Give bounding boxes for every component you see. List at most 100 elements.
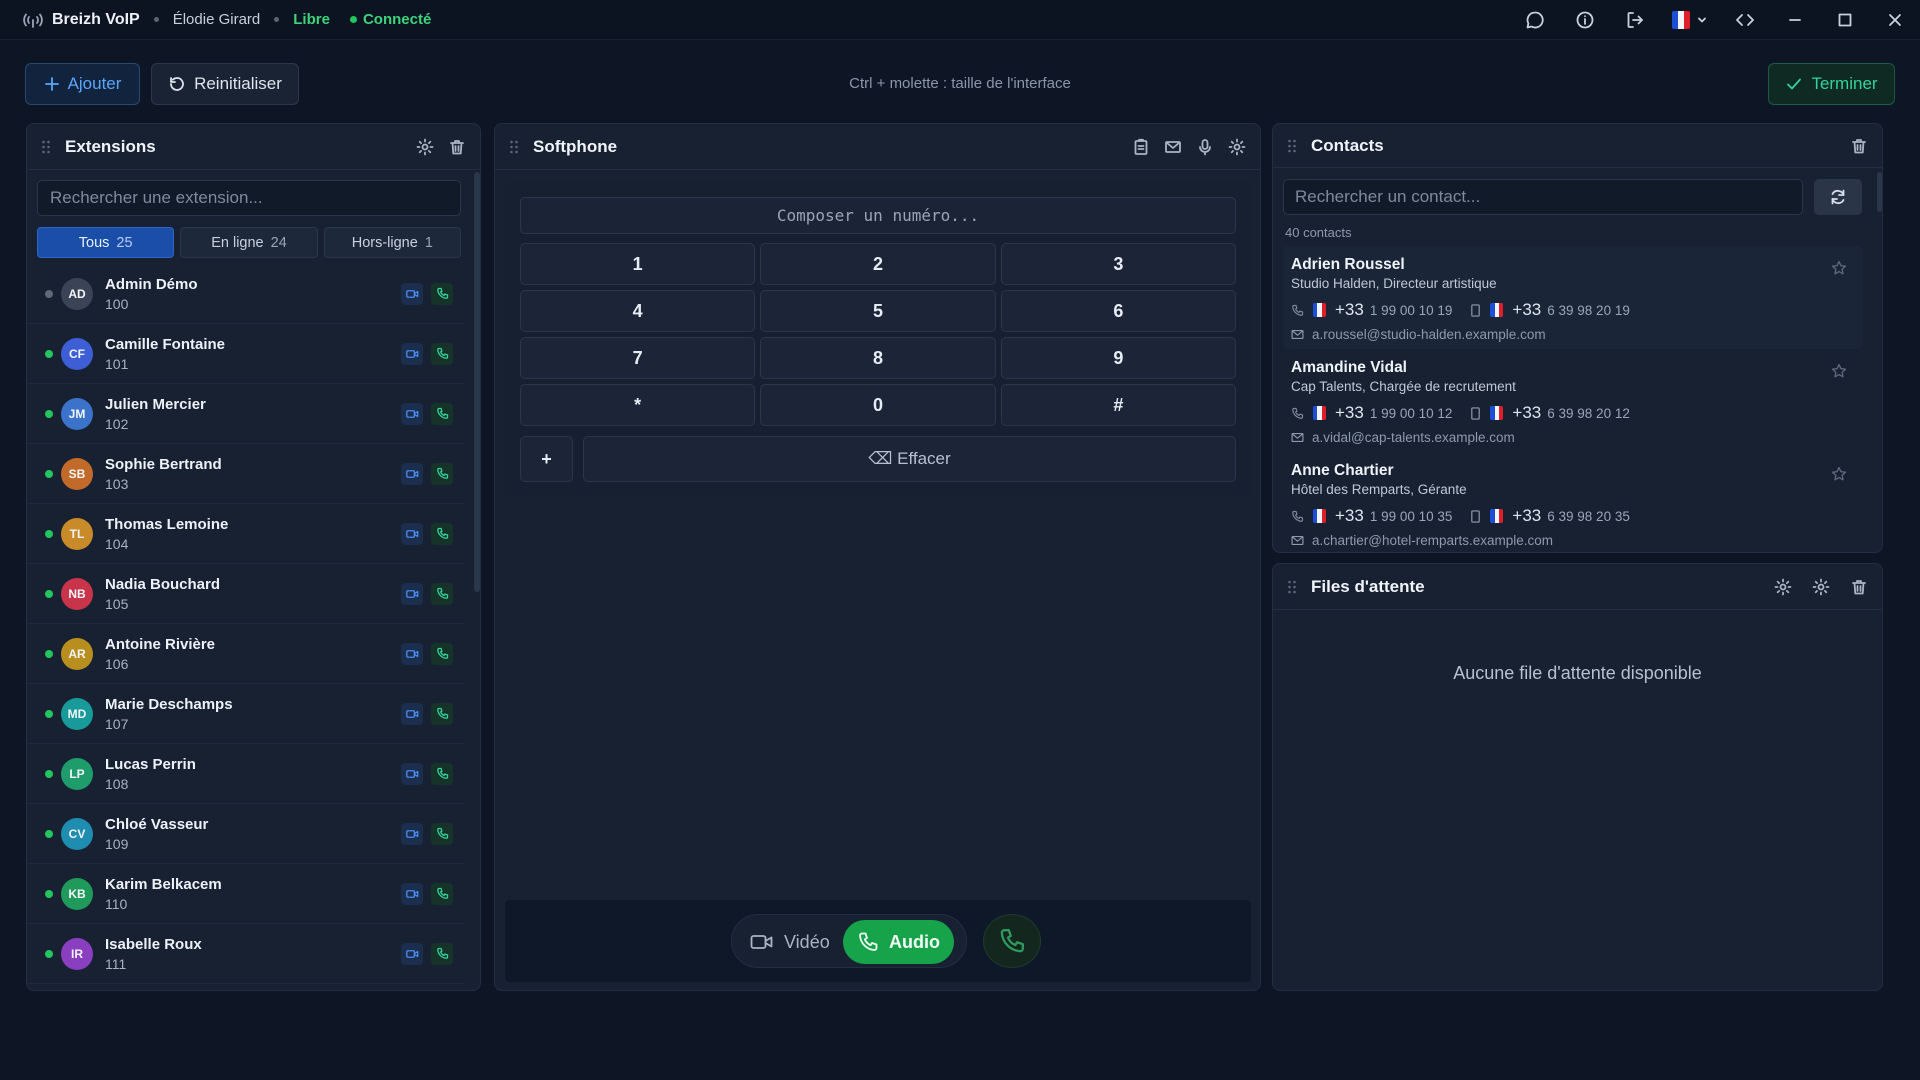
landline-number[interactable]: 1 99 00 10 35 <box>1370 509 1453 524</box>
extension-search-input[interactable] <box>37 180 461 216</box>
code-icon[interactable] <box>1720 0 1770 40</box>
info-icon[interactable] <box>1560 0 1610 40</box>
landline-number[interactable]: 1 99 00 10 12 <box>1370 406 1453 421</box>
star-icon[interactable] <box>1831 466 1847 482</box>
star-icon[interactable] <box>1831 260 1847 276</box>
audio-call-button[interactable]: Audio <box>843 920 954 964</box>
extension-row[interactable]: CF Camille Fontaine 101 <box>27 324 465 384</box>
video-call-icon[interactable] <box>401 942 423 965</box>
video-call-icon[interactable] <box>401 402 423 425</box>
clear-button[interactable]: ⌫ Effacer <box>583 436 1236 482</box>
extension-row[interactable]: CV Chloé Vasseur 109 <box>27 804 465 864</box>
gear-icon[interactable] <box>416 138 434 156</box>
key-0[interactable]: 0 <box>760 384 996 426</box>
mobile-number[interactable]: 6 39 98 20 19 <box>1547 303 1630 318</box>
key-hash[interactable]: # <box>1000 384 1236 426</box>
audio-call-icon[interactable] <box>431 402 453 425</box>
add-button[interactable]: Ajouter <box>25 63 140 105</box>
extension-row[interactable]: JM Julien Mercier 102 <box>27 384 465 444</box>
video-call-icon[interactable] <box>401 462 423 485</box>
chat-icon[interactable] <box>1510 0 1560 40</box>
key-9[interactable]: 9 <box>1000 337 1236 379</box>
video-call-icon[interactable] <box>401 882 423 905</box>
filter-online-tab[interactable]: En ligne 24 <box>180 227 318 258</box>
grip-icon[interactable] <box>41 139 51 155</box>
key-6[interactable]: 6 <box>1000 290 1236 332</box>
contact-card[interactable]: Adrien Roussel Studio Halden, Directeur a… <box>1283 246 1863 349</box>
contact-search-input[interactable] <box>1283 179 1803 215</box>
key-2[interactable]: 2 <box>760 243 996 285</box>
key-4[interactable]: 4 <box>520 290 756 332</box>
key-5[interactable]: 5 <box>760 290 996 332</box>
extension-row[interactable]: AD Admin Démo 100 <box>27 264 465 324</box>
mobile-number[interactable]: 6 39 98 20 35 <box>1547 509 1630 524</box>
contact-email[interactable]: a.vidal@cap-talents.example.com <box>1312 430 1515 445</box>
language-selector[interactable] <box>1660 0 1720 40</box>
contact-email[interactable]: a.chartier@hotel-remparts.example.com <box>1312 533 1553 548</box>
key-8[interactable]: 8 <box>760 337 996 379</box>
grip-icon[interactable] <box>1287 138 1297 154</box>
trash-icon[interactable] <box>448 138 466 156</box>
contact-card[interactable]: Amandine Vidal Cap Talents, Chargée de re… <box>1283 349 1863 452</box>
video-call-icon[interactable] <box>401 342 423 365</box>
video-call-icon[interactable] <box>401 822 423 845</box>
audio-call-icon[interactable] <box>431 342 453 365</box>
video-call-icon[interactable] <box>401 582 423 605</box>
gear-icon[interactable] <box>1228 138 1246 156</box>
filter-all-tab[interactable]: Tous 25 <box>37 227 175 258</box>
extension-row[interactable]: NB Nadia Bouchard 105 <box>27 564 465 624</box>
extension-row[interactable]: IR Isabelle Roux 111 <box>27 924 465 984</box>
logout-icon[interactable] <box>1610 0 1660 40</box>
audio-call-icon[interactable] <box>431 282 453 305</box>
contact-card[interactable]: Anne Chartier Hôtel des Remparts, Gérante… <box>1283 452 1863 552</box>
filter-offline-tab[interactable]: Hors-ligne 1 <box>323 227 461 258</box>
video-call-icon[interactable] <box>401 702 423 725</box>
finish-button[interactable]: Terminer <box>1768 63 1895 105</box>
gear-icon[interactable] <box>1812 578 1830 596</box>
audio-call-icon[interactable] <box>431 822 453 845</box>
audio-call-icon[interactable] <box>431 762 453 785</box>
availability-status[interactable]: Libre <box>293 11 330 28</box>
audio-call-icon[interactable] <box>431 522 453 545</box>
clipboard-icon[interactable] <box>1132 138 1150 156</box>
dial-call-button[interactable] <box>983 914 1041 968</box>
close-icon[interactable] <box>1870 0 1920 40</box>
audio-call-icon[interactable] <box>431 462 453 485</box>
audio-call-icon[interactable] <box>431 942 453 965</box>
key-1[interactable]: 1 <box>520 243 756 285</box>
audio-call-icon[interactable] <box>431 582 453 605</box>
video-call-icon[interactable] <box>401 282 423 305</box>
video-call-icon[interactable] <box>401 762 423 785</box>
reset-button[interactable]: Reinitialiser <box>151 63 299 105</box>
extension-row[interactable]: MD Marie Deschamps 107 <box>27 684 465 744</box>
extension-row[interactable]: KB Karim Belkacem 110 <box>27 864 465 924</box>
dial-number-input[interactable] <box>520 197 1236 234</box>
minimize-icon[interactable] <box>1770 0 1820 40</box>
plus-button[interactable]: + <box>520 436 573 482</box>
key-star[interactable]: * <box>520 384 756 426</box>
maximize-icon[interactable] <box>1820 0 1870 40</box>
audio-call-icon[interactable] <box>431 642 453 665</box>
video-call-button[interactable]: Vidéo <box>750 925 830 959</box>
extension-row[interactable]: TL Thomas Lemoine 104 <box>27 504 465 564</box>
audio-call-icon[interactable] <box>431 882 453 905</box>
trash-icon[interactable] <box>1850 578 1868 596</box>
video-call-icon[interactable] <box>401 522 423 545</box>
extension-scrollbar[interactable] <box>474 172 480 592</box>
gear-icon[interactable] <box>1774 578 1792 596</box>
mic-icon[interactable] <box>1196 138 1214 156</box>
landline-number[interactable]: 1 99 00 10 19 <box>1370 303 1453 318</box>
extension-row[interactable]: LP Lucas Perrin 108 <box>27 744 465 804</box>
extension-row[interactable]: AR Antoine Rivière 106 <box>27 624 465 684</box>
refresh-contacts-button[interactable] <box>1814 179 1862 215</box>
mobile-number[interactable]: 6 39 98 20 12 <box>1547 406 1630 421</box>
mail-icon[interactable] <box>1164 138 1182 156</box>
grip-icon[interactable] <box>509 139 519 155</box>
grip-icon[interactable] <box>1287 579 1297 595</box>
contact-email[interactable]: a.roussel@studio-halden.example.com <box>1312 327 1546 342</box>
key-3[interactable]: 3 <box>1000 243 1236 285</box>
video-call-icon[interactable] <box>401 642 423 665</box>
audio-call-icon[interactable] <box>431 702 453 725</box>
star-icon[interactable] <box>1831 363 1847 379</box>
key-7[interactable]: 7 <box>520 337 756 379</box>
